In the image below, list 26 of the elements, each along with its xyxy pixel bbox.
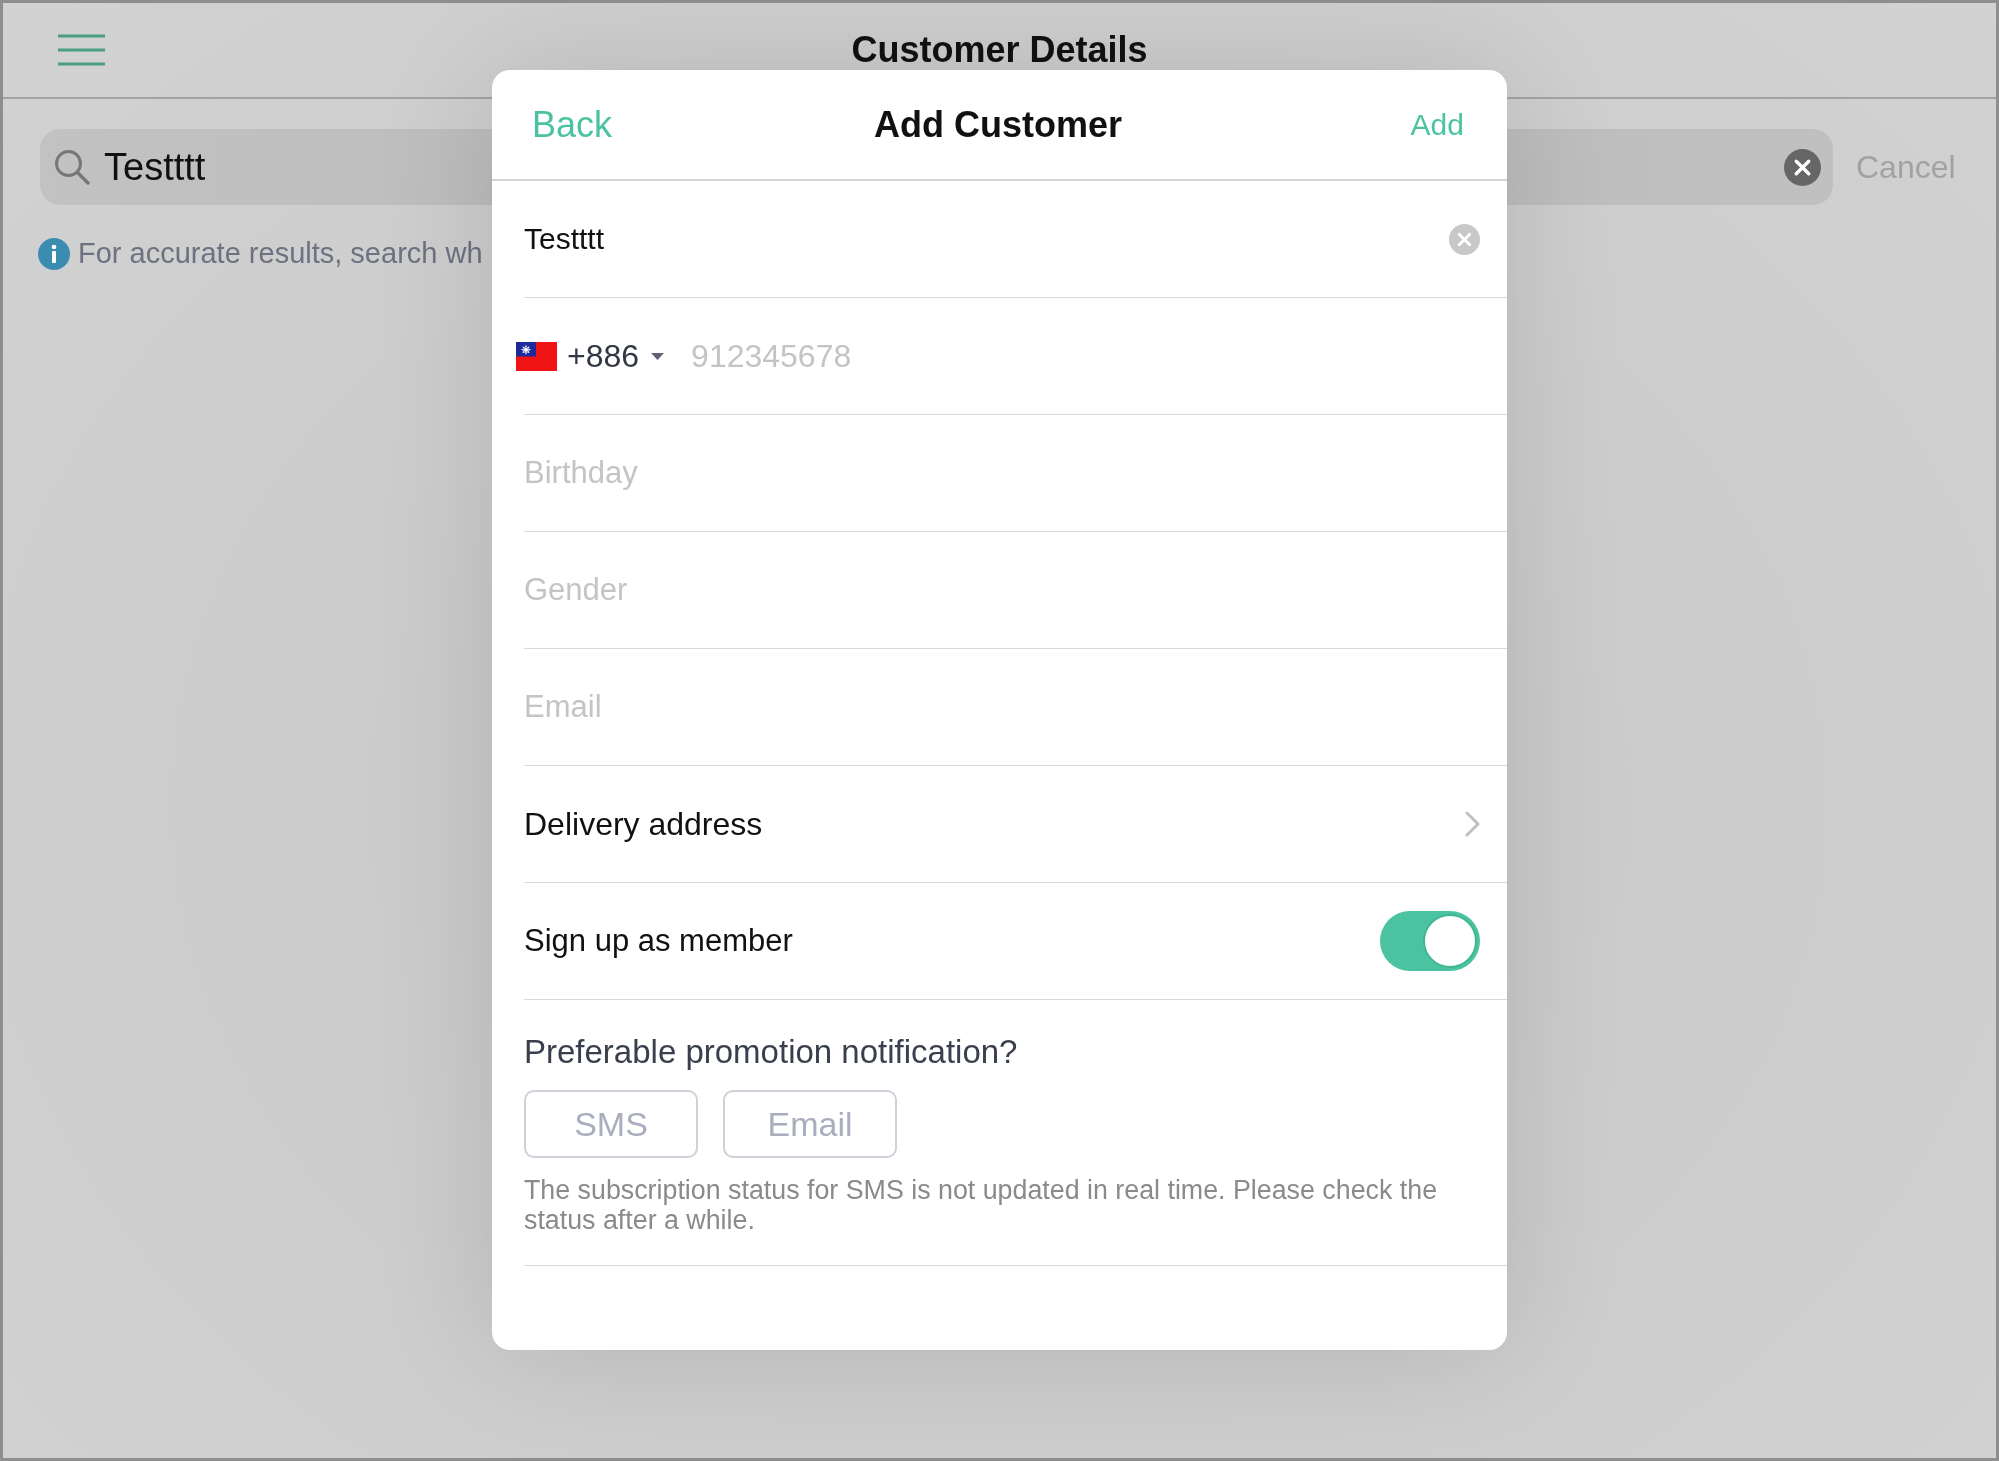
text-field[interactable]: Email — [524, 689, 1480, 725]
back-button[interactable]: Back — [532, 103, 613, 146]
note-text: The subscription status for SMS is not updated in real time. Please check the status after a while. — [524, 1175, 1439, 1235]
text-field[interactable]: Birthday — [524, 455, 1480, 491]
info-icon — [38, 237, 70, 270]
search-icon — [54, 149, 90, 185]
menu-icon[interactable] — [57, 34, 106, 66]
text-field[interactable]: Testttt — [524, 222, 1449, 256]
toggle-switch[interactable] — [1380, 911, 1480, 971]
hint-text: For accurate results, search wh — [78, 237, 483, 270]
option-button[interactable]: Email — [723, 1090, 897, 1158]
toggle-label: Sign up as member — [524, 923, 794, 959]
page-title: Customer Details — [851, 29, 1148, 71]
option-button[interactable]: SMS — [524, 1090, 698, 1158]
list-item[interactable]: Delivery address — [524, 766, 1507, 883]
caret-icon — [651, 352, 665, 360]
phone-field[interactable]: 912345678 — [691, 337, 1480, 375]
dialog-title: Add Customer — [874, 103, 1122, 146]
clear-icon[interactable] — [1784, 148, 1821, 186]
add-button[interactable]: Add — [1410, 107, 1464, 142]
question-text: Preferable promotion notification? — [524, 1032, 1019, 1072]
chevron-right-icon — [1465, 811, 1480, 837]
country-code-dropdown[interactable]: +886 — [567, 337, 665, 375]
text-field[interactable]: Gender — [524, 572, 1480, 608]
search-field[interactable]: Testttt — [104, 145, 1770, 189]
flag-icon — [516, 341, 557, 371]
